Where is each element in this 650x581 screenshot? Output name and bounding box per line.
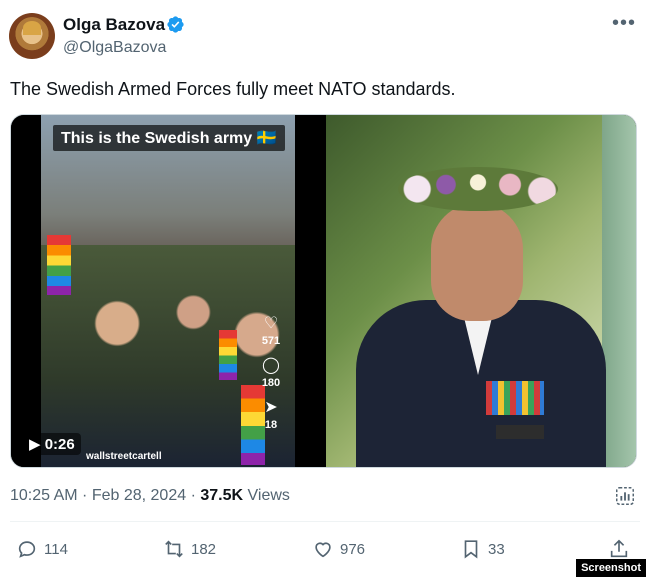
nameplate-image [496, 425, 544, 439]
repost-count: 182 [191, 540, 217, 558]
medal-ribbons-image [486, 381, 544, 415]
video-player[interactable]: This is the Swedish army 🇸🇪 ♡ 571 ◯ 180 … [11, 115, 324, 467]
tweet-timestamp[interactable]: 10:25 AM · Feb 28, 2024 · 37.5K Views [10, 487, 290, 505]
views-count: 37.5K [200, 487, 244, 504]
photo-general[interactable] [326, 115, 636, 467]
share-icon [610, 539, 628, 558]
action-bar: 114 182 976 33 [0, 538, 650, 566]
video-watermark: wallstreetcartell [86, 451, 162, 462]
pride-flag-image [47, 235, 71, 295]
wall-background [602, 115, 636, 467]
media-grid: This is the Swedish army 🇸🇪 ♡ 571 ◯ 180 … [10, 114, 637, 468]
repost-icon [165, 540, 183, 558]
video-duration[interactable]: ▶ 0:26 [23, 433, 81, 455]
video-side-actions: ♡ 571 ◯ 180 ➤ 18 [256, 315, 286, 441]
like-count: 976 [340, 540, 366, 558]
tweet-header: Olga Bazova @OlgaBazova ••• [0, 0, 650, 70]
screenshot-badge: Screenshot [576, 559, 646, 577]
reply-count: 114 [44, 540, 68, 558]
heart-icon [315, 542, 331, 558]
share-button[interactable] [608, 538, 630, 560]
display-name[interactable]: Olga Bazova [63, 15, 165, 35]
avatar[interactable] [9, 13, 55, 59]
bookmark-count: 33 [488, 540, 505, 558]
comment-icon: ◯ [262, 357, 280, 374]
analytics-icon[interactable] [614, 485, 636, 507]
send-icon: ➤ [264, 399, 278, 416]
divider [10, 521, 640, 522]
duration-text: 0:26 [44, 436, 75, 453]
pride-flag-image [219, 330, 237, 380]
reply-icon [18, 541, 36, 558]
bookmark-button[interactable]: 33 [460, 538, 505, 560]
portrait-face [431, 203, 523, 321]
views-label: Views [247, 487, 290, 504]
tweet-time: 10:25 AM [10, 487, 78, 504]
heart-icon: ♡ [263, 315, 279, 332]
bookmark-icon [464, 540, 478, 559]
like-button[interactable]: 976 [312, 538, 365, 560]
flower-crown-image [398, 167, 558, 211]
tweet-date: Feb 28, 2024 [91, 487, 187, 504]
repost-button[interactable]: 182 [163, 538, 216, 560]
reply-button[interactable]: 114 [16, 538, 68, 560]
video-overlay-title: This is the Swedish army 🇸🇪 [53, 125, 285, 151]
user-handle[interactable]: @OlgaBazova [63, 39, 166, 57]
play-icon: ▶ [29, 436, 45, 453]
verified-badge-icon [167, 16, 184, 33]
tweet-text: The Swedish Armed Forces fully meet NATO… [10, 79, 456, 99]
video-comments-count: 180 [261, 377, 281, 389]
video-likes-count: 571 [261, 335, 281, 347]
video-shares-count: 18 [264, 419, 278, 431]
more-options-icon[interactable]: ••• [612, 12, 636, 35]
